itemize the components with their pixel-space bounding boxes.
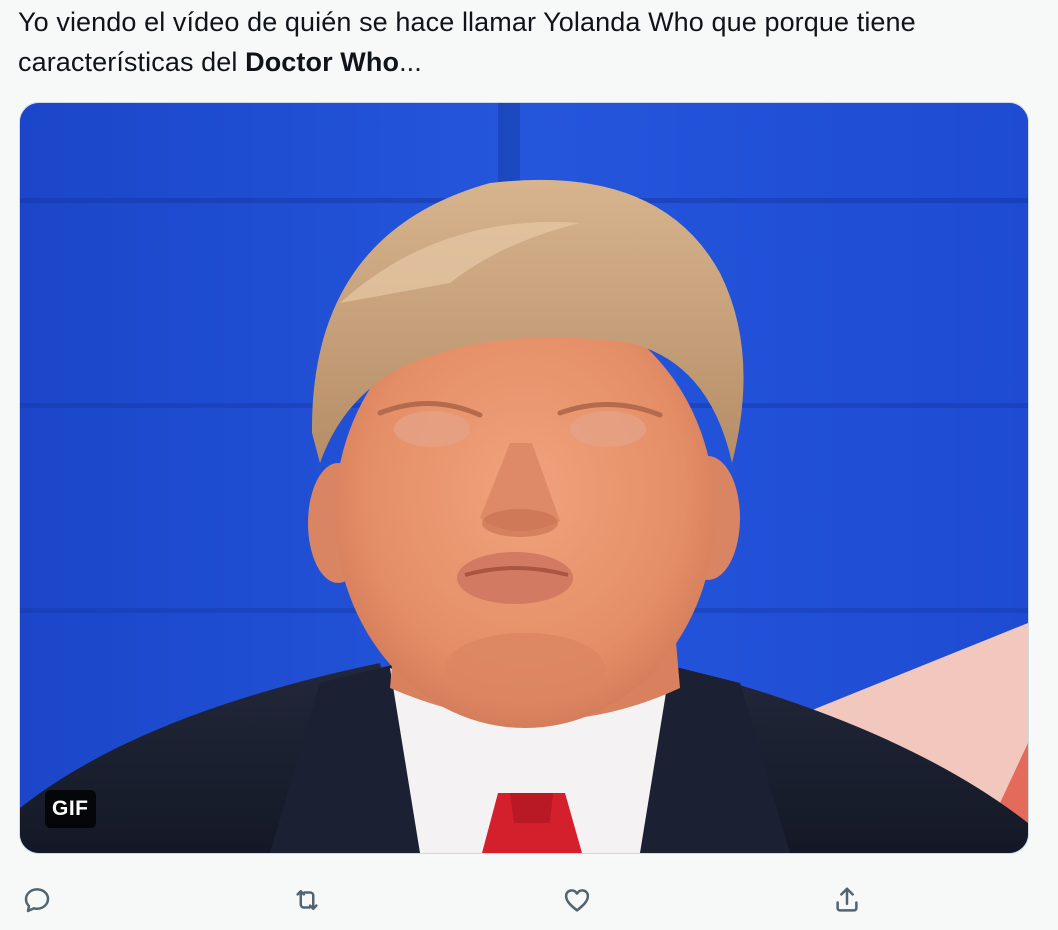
reply-button[interactable] — [17, 880, 57, 920]
tweet-text-ellipsis: ... — [399, 47, 422, 77]
tweet-actions — [0, 880, 1058, 924]
tweet-text-bold: Doctor Who — [245, 47, 400, 77]
tweet-text-part: Yo viendo el vídeo de quién se hace llam… — [18, 7, 916, 77]
like-icon — [564, 889, 590, 912]
gif-badge: GIF — [45, 790, 96, 828]
like-button[interactable] — [557, 880, 597, 920]
gif-frame — [20, 103, 1028, 853]
reply-icon — [24, 888, 50, 913]
retweet-button[interactable] — [287, 880, 327, 920]
share-icon — [836, 887, 858, 912]
tweet-text: Yo viendo el vídeo de quién se hace llam… — [18, 2, 1028, 82]
retweet-icon — [296, 890, 318, 910]
gif-media[interactable]: GIF — [19, 102, 1029, 854]
share-button[interactable] — [827, 880, 867, 920]
